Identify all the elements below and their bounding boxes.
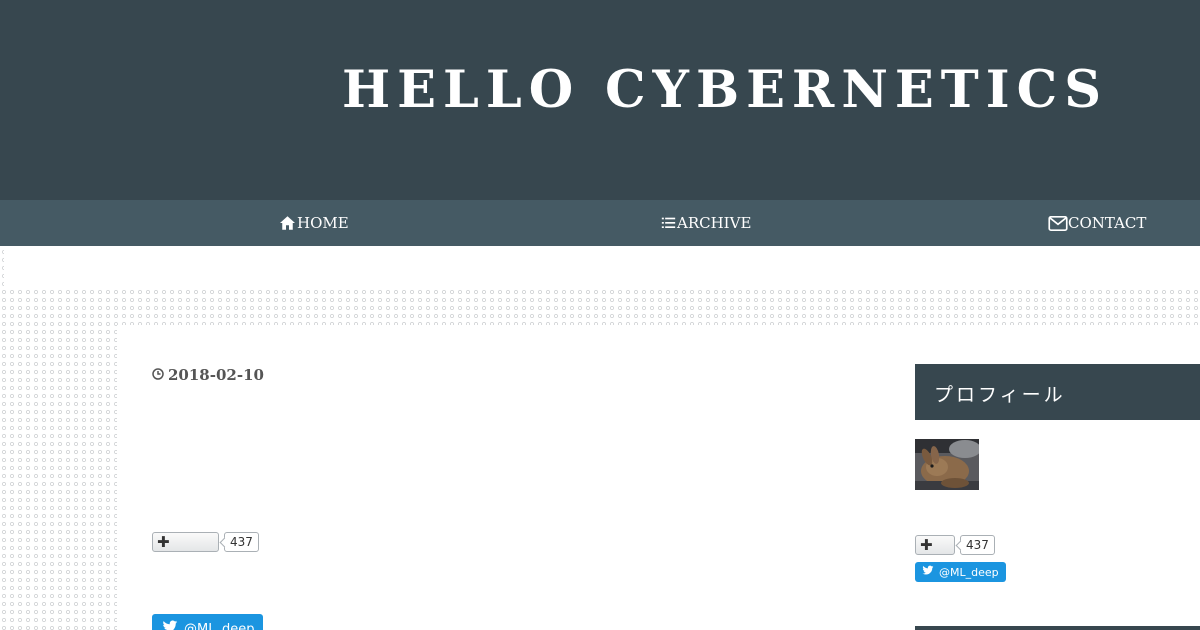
- plus-icon: ✚: [920, 536, 933, 554]
- post-date: 2018-02-10: [152, 366, 264, 384]
- nav-label-contact: CONTACT: [1068, 214, 1147, 232]
- twitter-follow-button[interactable]: @ML_deep: [152, 614, 263, 630]
- twitter-follow-label: @ML_deep: [184, 621, 255, 630]
- nav-item-archive[interactable]: ARCHIVE: [660, 200, 751, 246]
- sidebar-hatena-bookmark-button[interactable]: ✚: [915, 535, 955, 555]
- nav-label-home: HOME: [297, 214, 349, 232]
- sidebar-next-section-header: [915, 626, 1200, 630]
- nav-label-archive: ARCHIVE: [677, 214, 752, 232]
- hatena-bookmark-count[interactable]: 437: [224, 532, 259, 552]
- sidebar-hatena-bookmark-count[interactable]: 437: [960, 535, 995, 555]
- home-icon: [278, 214, 297, 232]
- twitter-bird-icon: [922, 565, 934, 579]
- post-date-text: 2018-02-10: [168, 366, 264, 384]
- sidebar-twitter-follow-label: @ML_deep: [939, 565, 999, 579]
- global-nav: HOME ARCHIVE CONTACT: [0, 200, 1200, 246]
- clock-icon: [152, 366, 164, 384]
- sidebar-section-header: プロフィール: [915, 364, 1200, 420]
- nav-item-home[interactable]: HOME: [278, 200, 349, 246]
- list-icon: [660, 215, 677, 231]
- twitter-bird-icon: [162, 620, 178, 630]
- sidebar-hatena-bookmark-widget: ✚ 437: [915, 535, 995, 555]
- nav-item-contact[interactable]: CONTACT: [1048, 200, 1146, 246]
- plus-icon: ✚: [157, 533, 170, 551]
- hatena-bookmark-button[interactable]: ✚: [152, 532, 219, 552]
- profile-avatar[interactable]: [915, 439, 979, 490]
- hatena-bookmark-widget: ✚ 437: [152, 532, 259, 552]
- site-header: HELLO CYBERNETICS: [0, 0, 1200, 200]
- sidebar-section-title: プロフィール: [934, 384, 1066, 406]
- sidebar-twitter-follow-button[interactable]: @ML_deep: [915, 562, 1006, 582]
- site-title[interactable]: HELLO CYBERNETICS: [342, 58, 1108, 122]
- mail-icon: [1048, 215, 1068, 232]
- banner-strip: [4, 250, 1200, 290]
